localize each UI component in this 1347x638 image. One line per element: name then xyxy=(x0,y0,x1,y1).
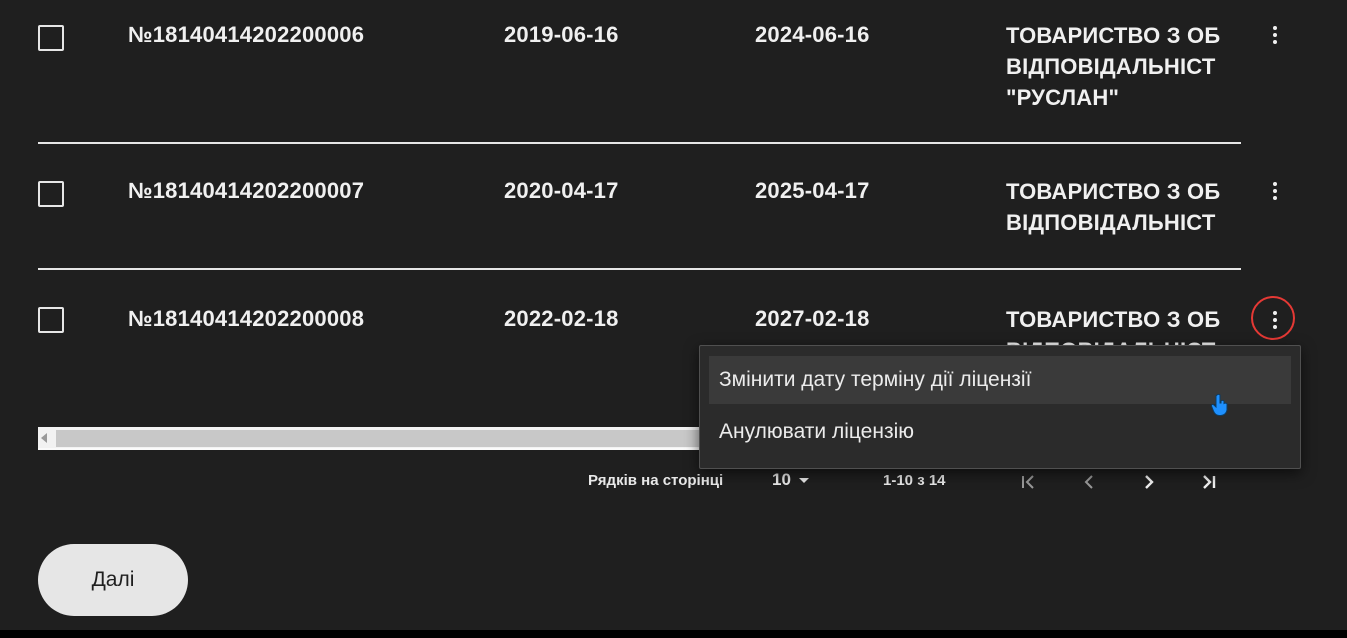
pagination: Рядків на сторінці 10 1-10 з 14 xyxy=(0,468,1347,498)
first-page-icon[interactable] xyxy=(1015,468,1041,496)
scrollbar-thumb[interactable] xyxy=(56,430,718,447)
row-divider xyxy=(38,268,1241,270)
organization-line: "РУСЛАН" xyxy=(1006,85,1120,110)
organization-line: ТОВАРИСТВО З ОБ xyxy=(1006,23,1221,48)
previous-page-icon[interactable] xyxy=(1076,468,1102,496)
row-checkbox[interactable] xyxy=(38,181,64,207)
next-button[interactable]: Далі xyxy=(38,544,188,616)
horizontal-scrollbar[interactable] xyxy=(38,427,718,450)
organization-line: ВІДПОВІДАЛЬНІСТ xyxy=(1006,54,1216,79)
end-date: 2025-04-17 xyxy=(755,178,870,203)
start-date: 2019-06-16 xyxy=(504,22,619,47)
last-page-icon[interactable] xyxy=(1196,468,1222,496)
organization-name: ТОВАРИСТВО З ОБ ВІДПОВІДАЛЬНІСТ xyxy=(1006,176,1244,238)
next-page-icon[interactable] xyxy=(1136,468,1162,496)
menu-item-revoke-license[interactable]: Анулювати ліцензію xyxy=(709,408,1291,456)
caret-down-icon xyxy=(798,477,809,483)
organization-line: ТОВАРИСТВО З ОБ xyxy=(1006,179,1221,204)
rows-per-page-label: Рядків на сторінці xyxy=(588,472,724,489)
license-number: №18140414202200006 xyxy=(128,22,365,47)
start-date: 2020-04-17 xyxy=(504,178,619,203)
end-date: 2027-02-18 xyxy=(755,306,870,331)
more-vert-icon[interactable] xyxy=(1262,177,1288,205)
license-number: №18140414202200008 xyxy=(128,306,365,331)
organization-name: ТОВАРИСТВО З ОБ ВІДПОВІДАЛЬНІСТ xyxy=(1006,304,1244,346)
end-date: 2024-06-16 xyxy=(755,22,870,47)
hand-cursor-icon xyxy=(1210,393,1230,422)
license-number: №18140414202200007 xyxy=(128,178,365,203)
more-vert-icon[interactable] xyxy=(1251,296,1295,340)
bottom-edge xyxy=(0,630,1347,638)
rows-per-page-value: 10 xyxy=(772,470,791,489)
more-vert-icon[interactable] xyxy=(1262,21,1288,49)
organization-line: ТОВАРИСТВО З ОБ xyxy=(1006,307,1221,332)
rows-per-page-select[interactable]: 10 xyxy=(772,470,809,490)
row-checkbox[interactable] xyxy=(38,25,64,51)
row-divider xyxy=(38,142,1241,144)
page-range: 1-10 з 14 xyxy=(883,472,946,489)
menu-item-change-expiry-date[interactable]: Змінити дату терміну дії ліцензії xyxy=(709,356,1291,404)
organization-name: ТОВАРИСТВО З ОБ ВІДПОВІДАЛЬНІСТ "РУСЛАН" xyxy=(1006,20,1244,113)
row-checkbox[interactable] xyxy=(38,307,64,333)
start-date: 2022-02-18 xyxy=(504,306,619,331)
organization-line: ВІДПОВІДАЛЬНІСТ xyxy=(1006,210,1216,235)
scroll-left-icon[interactable] xyxy=(41,433,47,443)
